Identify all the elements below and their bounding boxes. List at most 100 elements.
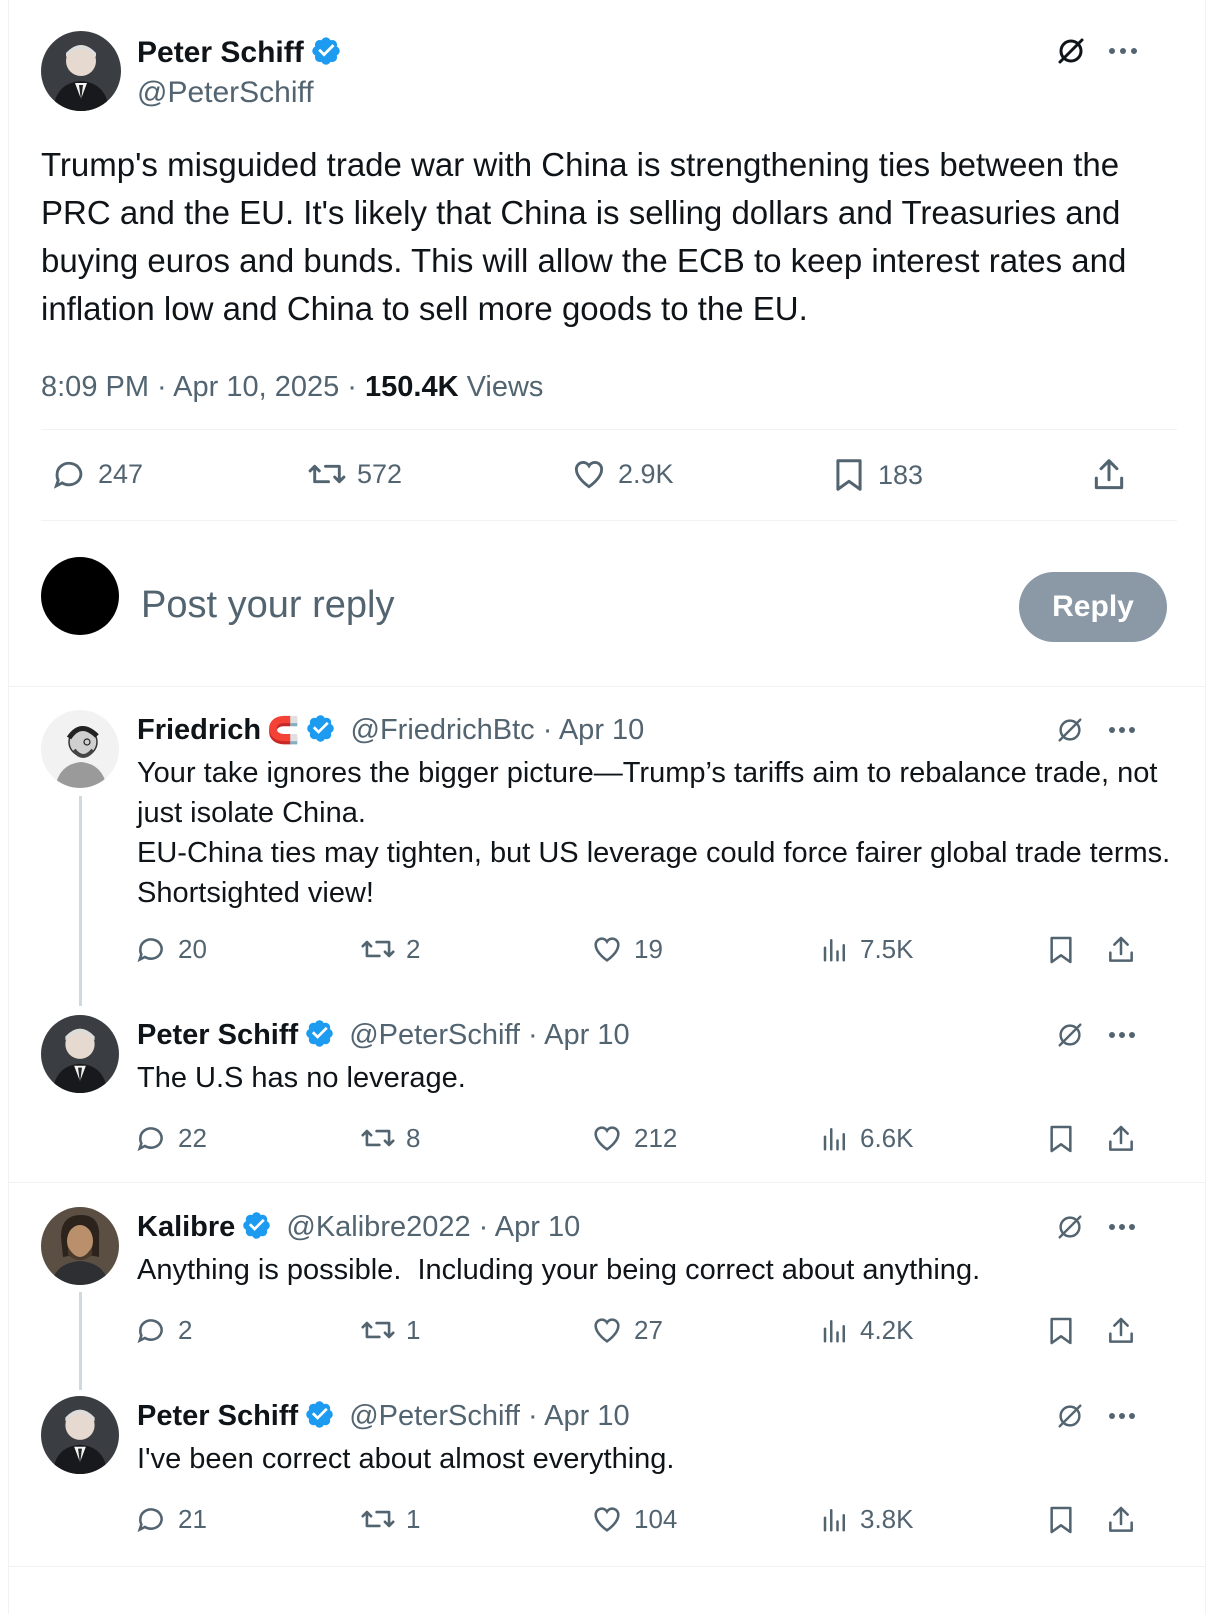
reply-date[interactable]: · Apr 10 — [520, 1019, 630, 1051]
reply-header: Peter Schiff @PeterSchiff · Apr 10 — [137, 1396, 630, 1436]
reply-author-handle[interactable]: @FriedrichBtc — [351, 714, 535, 746]
reply-date[interactable]: · Apr 10 — [520, 1400, 630, 1432]
peter-schiff-avatar[interactable] — [41, 31, 121, 111]
grok-icon[interactable] — [1053, 1210, 1087, 1244]
reply-count: 2 — [178, 1314, 193, 1345]
like-action[interactable]: 212 — [590, 1121, 677, 1155]
reply-text: I've been correct about almost everythin… — [137, 1443, 675, 1475]
repost-action[interactable]: 1 — [360, 1502, 420, 1536]
repost-action[interactable]: 8 — [360, 1121, 420, 1155]
main-author-name[interactable]: Peter Schiff — [137, 33, 342, 73]
post-timestamp[interactable]: 8:09 PM · Apr 10, 2025 · — [41, 371, 365, 403]
like-icon — [574, 461, 604, 489]
thread-connector — [79, 1292, 82, 1390]
reply-author-name[interactable]: Kalibre — [137, 1211, 235, 1243]
share-icon[interactable] — [1103, 1121, 1139, 1157]
peter-schiff-avatar[interactable] — [41, 1015, 119, 1093]
share-icon[interactable] — [1103, 1502, 1139, 1538]
reply-text: Your take ignores the bigger picture—Tru… — [137, 753, 1187, 913]
reply-date[interactable]: · Apr 10 — [471, 1211, 581, 1243]
section-divider — [8, 686, 1206, 687]
views-label: Views — [458, 371, 544, 403]
kalibre-avatar[interactable] — [41, 1207, 119, 1285]
peter-schiff-avatar[interactable] — [41, 1396, 119, 1474]
repost-action[interactable]: 1 — [360, 1313, 420, 1347]
more-icon[interactable] — [1105, 713, 1139, 747]
more-icon[interactable] — [1105, 1399, 1139, 1433]
reply-icon — [53, 461, 83, 489]
share-icon[interactable] — [1103, 1313, 1139, 1349]
bookmark-icon[interactable] — [1043, 1502, 1079, 1538]
like-action[interactable]: 104 — [590, 1502, 677, 1536]
views-action[interactable]: 3.8K — [820, 1502, 914, 1536]
views-action[interactable]: 7.5K — [820, 932, 914, 966]
views-count: 150.4K — [365, 371, 459, 403]
like-action[interactable]: 19 — [590, 932, 663, 966]
repost-count: 1 — [406, 1503, 421, 1534]
reply-count: 21 — [178, 1503, 207, 1534]
share-action[interactable] — [1090, 455, 1128, 495]
divider — [41, 520, 1177, 521]
views-count: 6.6K — [860, 1122, 914, 1153]
current-user-avatar[interactable] — [41, 557, 119, 635]
grok-icon[interactable] — [1053, 1018, 1087, 1052]
reply-count: 247 — [98, 458, 144, 489]
repost-action[interactable]: 572 — [307, 455, 402, 493]
share-icon — [1094, 459, 1124, 490]
reply-action[interactable]: 247 — [50, 455, 143, 493]
bookmark-icon[interactable] — [1043, 1121, 1079, 1157]
like-icon — [594, 1507, 620, 1532]
friedrich-avatar[interactable] — [41, 710, 119, 788]
reply-action[interactable]: 20 — [134, 932, 207, 966]
like-count: 19 — [634, 933, 663, 964]
reply-icon — [137, 1127, 163, 1152]
reply-action[interactable]: 22 — [134, 1121, 207, 1155]
reply-author-handle[interactable]: @PeterSchiff — [349, 1019, 520, 1051]
views-icon — [823, 939, 845, 962]
reply-text-line: EU-China ties may tighten, but US levera… — [137, 837, 1171, 909]
post-meta: 8:09 PM · Apr 10, 2025 · 150.4K Views — [41, 367, 543, 407]
views-action[interactable]: 6.6K — [820, 1121, 914, 1155]
like-icon — [594, 1318, 620, 1343]
more-icon[interactable] — [1105, 1018, 1139, 1052]
bookmark-icon[interactable] — [1043, 932, 1079, 968]
reply-text-line: Your take ignores the bigger picture—Tru… — [137, 757, 1158, 829]
reply-author-handle[interactable]: @Kalibre2022 — [286, 1211, 470, 1243]
reply-header: Kalibre @Kalibre2022 · Apr 10 — [137, 1207, 580, 1247]
verified-badge-icon[interactable] — [305, 713, 336, 744]
grok-icon[interactable] — [1053, 1399, 1087, 1433]
divider — [41, 429, 1177, 430]
grok-icon[interactable] — [1053, 713, 1087, 747]
like-icon — [594, 1126, 620, 1151]
more-icon[interactable] — [1105, 33, 1141, 69]
reply-author-handle[interactable]: @PeterSchiff — [349, 1400, 520, 1432]
reply-author-name[interactable]: Peter Schiff — [137, 1400, 298, 1432]
views-count: 4.2K — [860, 1314, 914, 1345]
author-name-text[interactable]: Peter Schiff — [137, 36, 304, 69]
verified-badge-icon[interactable] — [304, 1399, 335, 1430]
reply-author-name[interactable]: Peter Schiff — [137, 1019, 298, 1051]
reply-button[interactable]: Reply — [1019, 572, 1167, 642]
like-action[interactable]: 2.9K — [570, 455, 674, 493]
grok-icon[interactable] — [1053, 33, 1089, 69]
reply-author-name[interactable]: Friedrich — [137, 714, 261, 746]
repost-action[interactable]: 2 — [360, 932, 420, 966]
repost-count: 2 — [406, 933, 421, 964]
reply-action[interactable]: 21 — [134, 1502, 207, 1536]
verified-badge-icon[interactable] — [310, 35, 342, 67]
section-divider — [8, 1566, 1206, 1567]
verified-badge-icon[interactable] — [241, 1210, 272, 1241]
views-action[interactable]: 4.2K — [820, 1313, 914, 1347]
like-count: 27 — [634, 1314, 663, 1345]
reply-date[interactable]: · Apr 10 — [535, 714, 645, 746]
more-icon[interactable] — [1105, 1210, 1139, 1244]
reply-input[interactable]: Post your reply — [141, 580, 394, 630]
bookmark-action[interactable]: 183 — [830, 455, 923, 495]
bookmark-icon[interactable] — [1043, 1313, 1079, 1349]
main-author-handle[interactable]: @PeterSchiff — [137, 73, 342, 113]
verified-badge-icon[interactable] — [304, 1018, 335, 1049]
share-icon[interactable] — [1103, 932, 1139, 968]
like-action[interactable]: 27 — [590, 1313, 663, 1347]
reply-header: Peter Schiff @PeterSchiff · Apr 10 — [137, 1015, 630, 1055]
reply-action[interactable]: 2 — [134, 1313, 192, 1347]
